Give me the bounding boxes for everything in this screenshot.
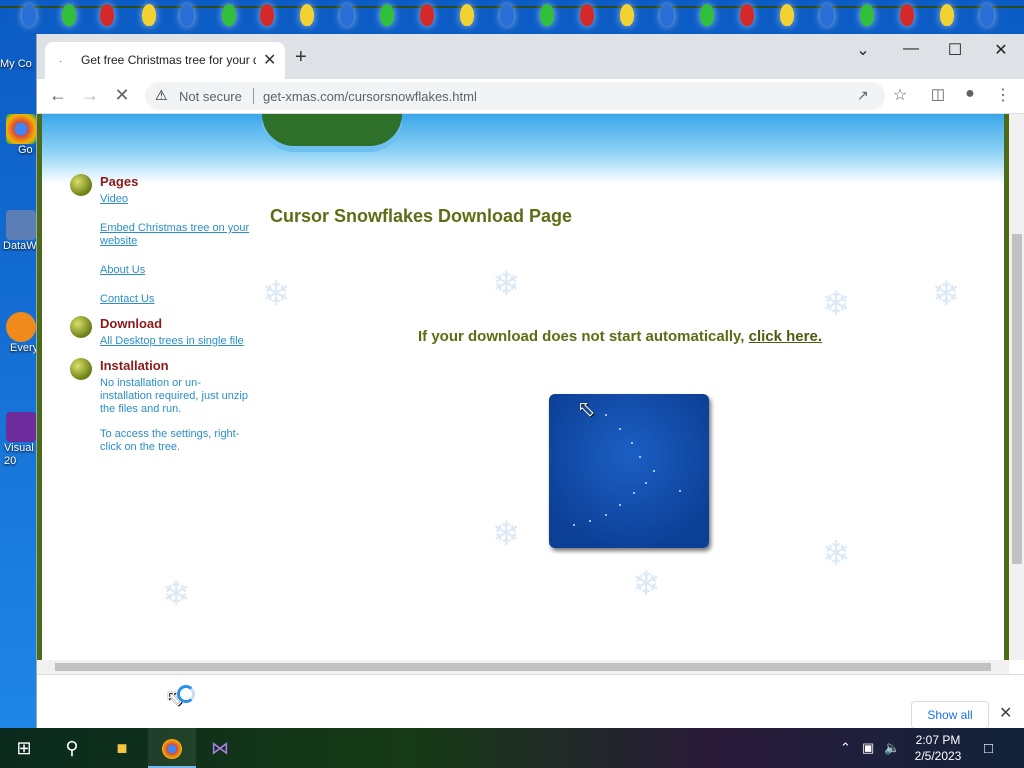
snowflake-decoration: ❄: [492, 515, 521, 553]
nav-link-video[interactable]: Video: [100, 193, 250, 206]
loading-icon: ․: [59, 54, 63, 65]
tab-close-icon[interactable]: ✕: [263, 50, 276, 70]
tab-title: Get free Christmas tree for your d: [81, 53, 256, 67]
start-button[interactable]: ⊞: [0, 728, 48, 768]
security-label[interactable]: Not secure: [179, 89, 242, 104]
network-icon[interactable]: ▣: [862, 740, 874, 756]
tab-search-button[interactable]: ⌄: [851, 40, 875, 60]
desktop-icon-everything[interactable]: Every: [0, 312, 38, 354]
show-hidden-icons-icon[interactable]: ⌃: [840, 740, 851, 756]
clock-date: 2/5/2023: [914, 749, 962, 763]
close-download-bar-icon[interactable]: ✕: [999, 703, 1012, 723]
chrome-icon: [6, 114, 36, 144]
page-viewport: ❄ ❄ ❄ ❄ ❄ ❄ ❄ ❄ Pages Video Embed Christ…: [37, 114, 1014, 660]
maximize-button[interactable]: ☐: [943, 40, 967, 60]
nav-link-about-us[interactable]: About Us: [100, 264, 250, 277]
taskbar: ⊞ ⚲ ■ ⋈ ⌃ ▣ 🔈 2:07 PM 2/5/2023 □: [0, 728, 1024, 768]
tab-strip: ․ Get free Christmas tree for your d ✕ +…: [37, 34, 1024, 79]
nav-section-installation: Installation No installation or un-insta…: [70, 358, 250, 454]
mouse-cursor-icon: ⬁: [577, 396, 596, 421]
desktop-icon-chrome[interactable]: Go Chr: [0, 114, 53, 156]
page-title: Cursor Snowflakes Download Page: [270, 206, 573, 226]
loading-spinner-icon: [177, 685, 195, 703]
minimize-button[interactable]: —: [899, 40, 923, 58]
christmas-lights: [0, 0, 1024, 34]
snowflake-decoration: ❄: [932, 275, 961, 313]
bookmark-star-icon[interactable]: ☆: [889, 85, 911, 105]
download-click-here-link[interactable]: click here.: [749, 328, 822, 345]
url-text[interactable]: get-xmas.com/cursorsnowflakes.html: [263, 89, 477, 104]
ornament-icon: [70, 316, 92, 338]
share-icon[interactable]: ↗: [857, 87, 869, 104]
side-panel-icon[interactable]: ◫: [927, 85, 949, 103]
browser-window: ․ Get free Christmas tree for your d ✕ +…: [36, 34, 1024, 729]
warning-icon: ⚠: [155, 87, 168, 103]
show-all-button[interactable]: Show all: [911, 701, 989, 729]
nav-section-pages: Pages Video Embed Christmas tree on your…: [70, 174, 250, 306]
nav-title-download: Download: [100, 316, 163, 331]
ornament-icon: [70, 358, 92, 380]
search-icon[interactable]: ⚲: [48, 728, 96, 768]
nav-link-contact-us[interactable]: Contact Us: [100, 293, 250, 306]
installation-text: No installation or un-installation requi…: [100, 377, 248, 415]
snowflake-decoration: ❄: [262, 275, 291, 313]
download-message: If your download does not start automati…: [418, 328, 822, 345]
new-tab-button[interactable]: +: [295, 46, 307, 69]
vertical-scroll-thumb[interactable]: [1012, 234, 1022, 564]
address-bar[interactable]: ⚠ Not secure get-xmas.com/cursorsnowflak…: [145, 82, 885, 110]
desktop-icon-datawrapper[interactable]: DataW: [0, 210, 37, 252]
snowflake-decoration: ❄: [162, 575, 191, 613]
desktop-icon-label: DataW: [3, 240, 37, 252]
nav-title-pages: Pages: [100, 174, 139, 189]
stop-loading-button[interactable]: ✕: [111, 85, 133, 106]
app-icon: [6, 210, 36, 240]
sleigh-image: [262, 114, 402, 146]
nav-section-download: Download All Desktop trees in single fil…: [70, 316, 250, 348]
menu-kebab-icon[interactable]: ⋮: [992, 85, 1014, 105]
notification-center-icon[interactable]: □: [984, 740, 993, 757]
back-button[interactable]: ←: [47, 85, 69, 106]
nav-link-embed[interactable]: Embed Christmas tree on your website: [100, 222, 250, 248]
file-explorer-icon[interactable]: ■: [98, 728, 146, 768]
desktop-icon-visual-studio[interactable]: Visual 20: [0, 412, 36, 468]
desktop-icon-my-computer[interactable]: My Co: [0, 36, 36, 70]
profile-avatar-icon[interactable]: ●: [959, 85, 981, 103]
desktop-icon-label: My Co: [0, 58, 32, 70]
nav-title-installation: Installation: [100, 358, 169, 373]
active-tab[interactable]: ․ Get free Christmas tree for your d ✕: [45, 42, 285, 79]
taskbar-clock[interactable]: 2:07 PM 2/5/2023: [910, 732, 966, 764]
settings-text: To access the settings, right-click on t…: [100, 428, 240, 453]
ornament-icon: [70, 174, 92, 196]
clock-time: 2:07 PM: [915, 733, 961, 747]
chrome-taskbar-icon[interactable]: [148, 728, 196, 768]
snowflake-decoration: ❄: [632, 565, 661, 603]
snowflake-decoration: ❄: [822, 285, 851, 323]
snowflake-decoration: ❄: [492, 265, 521, 303]
horizontal-scrollbar[interactable]: [37, 660, 1009, 674]
browser-toolbar: ← → ✕ ⚠ Not secure get-xmas.com/cursorsn…: [37, 79, 1024, 114]
volume-icon[interactable]: 🔈: [884, 740, 900, 756]
visual-studio-taskbar-icon[interactable]: ⋈: [196, 728, 244, 768]
close-window-button[interactable]: ✕: [989, 40, 1013, 60]
horizontal-scroll-thumb[interactable]: [55, 663, 991, 671]
forward-button[interactable]: →: [79, 85, 101, 106]
sidebar-nav: Pages Video Embed Christmas tree on your…: [70, 174, 250, 466]
desktop-icon-label: Visual 20: [4, 442, 34, 467]
vertical-scrollbar[interactable]: [1009, 114, 1024, 660]
download-message-text: If your download does not start automati…: [418, 328, 745, 345]
snowflake-decoration: ❄: [822, 535, 851, 573]
visual-studio-icon: [6, 412, 36, 442]
download-bar: ⬁ Show all ✕: [37, 674, 1024, 729]
snowflakes-preview-image: [549, 394, 709, 548]
nav-link-all-desktop-trees[interactable]: All Desktop trees in single file: [100, 335, 250, 348]
search-app-icon: [6, 312, 36, 342]
